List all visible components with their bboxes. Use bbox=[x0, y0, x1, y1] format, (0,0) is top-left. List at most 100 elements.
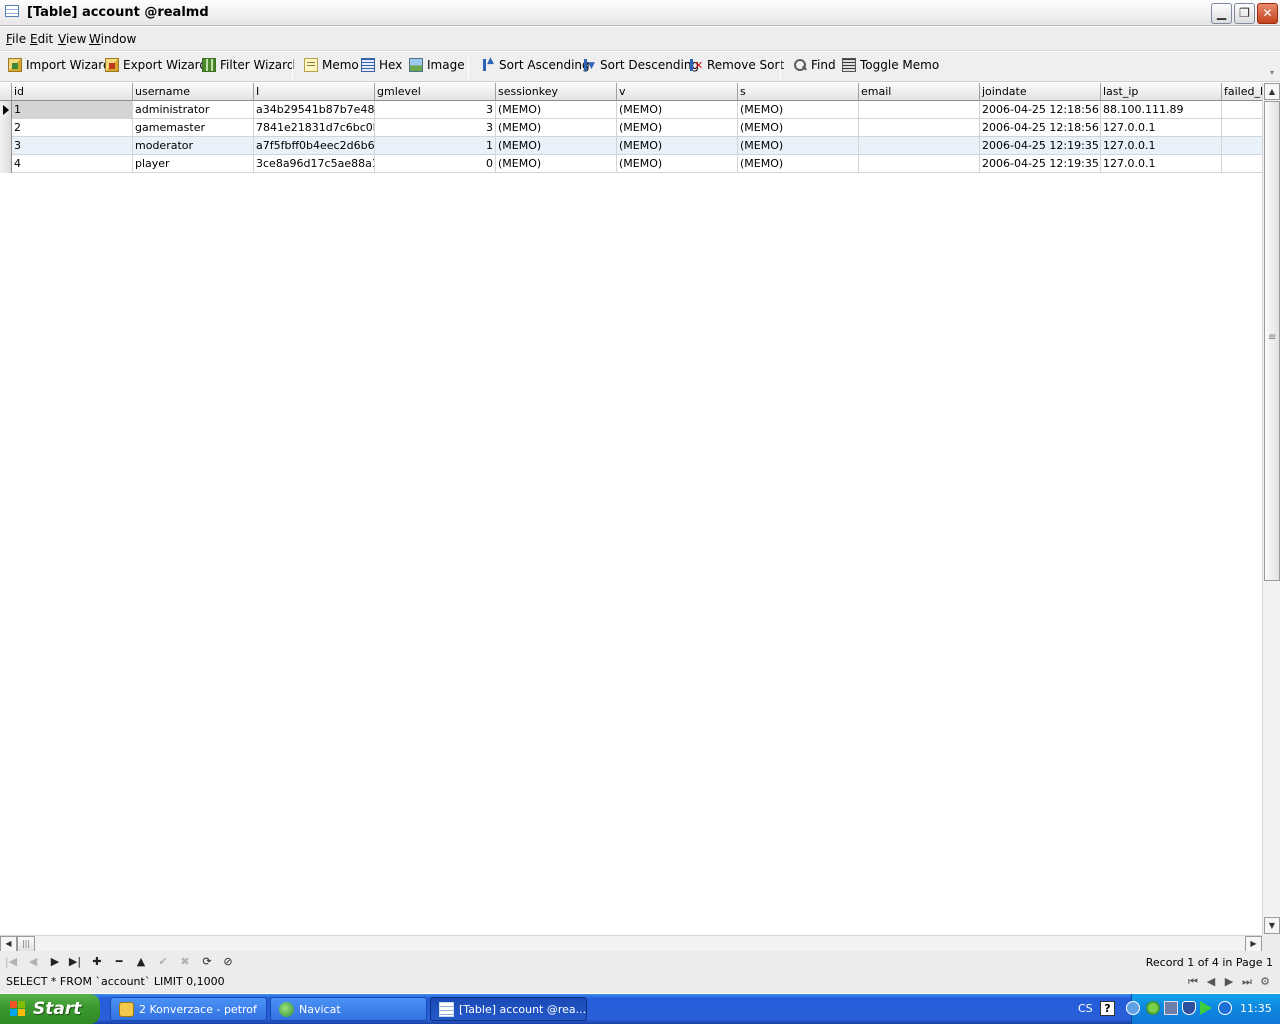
sort-descending-button[interactable]: Sort Descending bbox=[582, 58, 699, 78]
table-row[interactable]: 4player3ce8a96d17c5ae88a3060(MEMO)(MEMO)… bbox=[0, 155, 1262, 173]
minimize-button[interactable]: ▁ bbox=[1211, 3, 1232, 24]
cell-failed-lo[interactable] bbox=[1222, 137, 1262, 155]
horizontal-scrollbar[interactable]: ◀ ||| ▶ bbox=[0, 935, 1262, 952]
cell-v[interactable]: (MEMO) bbox=[617, 155, 738, 173]
data-grid[interactable]: id username Igmlevel sessionkey v s email joind… bbox=[0, 83, 1262, 935]
row-indicator[interactable] bbox=[0, 137, 12, 155]
toolbar-overflow-icon[interactable]: ▾ bbox=[1270, 68, 1274, 77]
column-header[interactable]: I bbox=[254, 83, 375, 101]
next-page-icon[interactable]: ▶ bbox=[1220, 975, 1238, 988]
find-button[interactable]: Find bbox=[793, 58, 836, 78]
edit-record-button[interactable]: ▲ bbox=[133, 955, 149, 969]
tray-network-icon[interactable] bbox=[1164, 1001, 1178, 1015]
cell-joindate[interactable]: 2006-04-25 12:18:56 bbox=[980, 119, 1101, 137]
vertical-scrollbar[interactable]: ▲ ▼ bbox=[1262, 83, 1280, 935]
restore-button[interactable]: ❐ bbox=[1234, 3, 1255, 24]
column-header[interactable]: gmlevel bbox=[375, 83, 496, 101]
cell-gmlevel[interactable]: 0 bbox=[375, 155, 496, 173]
cell-gmlevel[interactable]: 1 bbox=[375, 137, 496, 155]
cell-i[interactable]: a7f5fbff0b4eec2d6b6e7 bbox=[254, 137, 375, 155]
cell-id[interactable]: 4 bbox=[12, 155, 133, 173]
cell-failed-lo[interactable] bbox=[1222, 119, 1262, 137]
row-indicator[interactable] bbox=[0, 119, 12, 137]
column-header[interactable]: id bbox=[12, 83, 133, 101]
cell-sessionkey[interactable]: (MEMO) bbox=[496, 119, 617, 137]
tray-volume-icon[interactable] bbox=[1218, 1001, 1232, 1015]
filter-wizard-button[interactable]: Filter Wizard bbox=[202, 58, 294, 78]
cell-email[interactable] bbox=[859, 155, 980, 173]
scroll-right-icon[interactable]: ▶ bbox=[1245, 936, 1262, 952]
tray-play-icon[interactable] bbox=[1200, 1001, 1212, 1015]
post-edit-button[interactable]: ✔ bbox=[155, 955, 171, 969]
first-record-button[interactable]: |◀ bbox=[3, 955, 19, 969]
vertical-scroll-thumb[interactable] bbox=[1264, 101, 1280, 581]
column-header[interactable]: username bbox=[133, 83, 254, 101]
cell-i[interactable]: 3ce8a96d17c5ae88a306 bbox=[254, 155, 375, 173]
title-bar[interactable]: [Table] account @realmd ▁ ❐ ✕ bbox=[0, 0, 1280, 26]
cell-username[interactable]: gamemaster bbox=[133, 119, 254, 137]
close-button[interactable]: ✕ bbox=[1257, 3, 1278, 24]
column-header[interactable]: email bbox=[859, 83, 980, 101]
last-record-button[interactable]: ▶| bbox=[67, 955, 83, 969]
stop-button[interactable]: ⊘ bbox=[220, 955, 236, 969]
cancel-edit-button[interactable]: ✖ bbox=[177, 955, 193, 969]
cell-gmlevel[interactable]: 3 bbox=[375, 119, 496, 137]
menu-view[interactable]: View bbox=[58, 32, 86, 46]
menu-window[interactable]: Window bbox=[89, 32, 136, 46]
tray-collapse-icon[interactable] bbox=[1126, 1001, 1140, 1015]
cell-username[interactable]: administrator bbox=[133, 101, 254, 119]
cell-failed-lo[interactable] bbox=[1222, 101, 1262, 119]
cell-username[interactable]: player bbox=[133, 155, 254, 173]
sort-ascending-button[interactable]: Sort Ascending bbox=[481, 56, 590, 78]
cell-s[interactable]: (MEMO) bbox=[738, 119, 859, 137]
table-row[interactable]: 3moderatora7f5fbff0b4eec2d6b6e71 (MEMO)(M… bbox=[0, 137, 1262, 155]
cell-id[interactable]: 1 bbox=[12, 101, 133, 119]
menu-file[interactable]: File bbox=[6, 32, 26, 46]
tray-shield-icon[interactable] bbox=[1182, 1001, 1196, 1015]
memo-button[interactable]: Memo bbox=[304, 58, 359, 78]
cell-v[interactable]: (MEMO) bbox=[617, 137, 738, 155]
scroll-up-icon[interactable]: ▲ bbox=[1264, 83, 1280, 100]
cell-email[interactable] bbox=[859, 137, 980, 155]
table-row[interactable]: 1administratora34b29541b87b7e4823e3(MEMO… bbox=[0, 101, 1262, 119]
cell-joindate[interactable]: 2006-04-25 12:19:35 bbox=[980, 155, 1101, 173]
import-wizard-button[interactable]: Import Wizard bbox=[8, 58, 111, 78]
column-header[interactable]: failed_lo bbox=[1222, 83, 1262, 101]
cell-gmlevel[interactable]: 3 bbox=[375, 101, 496, 119]
tray-flower-icon[interactable] bbox=[1146, 1001, 1160, 1015]
cell-email[interactable] bbox=[859, 101, 980, 119]
hex-button[interactable]: Hex bbox=[361, 58, 402, 78]
row-indicator[interactable] bbox=[0, 155, 12, 173]
page-settings-icon[interactable]: ⚙ bbox=[1256, 975, 1274, 988]
cell-id[interactable]: 2 bbox=[12, 119, 133, 137]
prior-record-button[interactable]: ◀ bbox=[25, 955, 41, 969]
start-button[interactable]: Start bbox=[0, 994, 100, 1024]
table-row[interactable]: 2gamemaster7841e21831d7c6bc0b573(MEMO)(M… bbox=[0, 119, 1262, 137]
prior-page-icon[interactable]: ◀ bbox=[1202, 975, 1220, 988]
delete-record-button[interactable]: ━ bbox=[111, 955, 127, 969]
cell-failed-lo[interactable] bbox=[1222, 155, 1262, 173]
cell-sessionkey[interactable]: (MEMO) bbox=[496, 101, 617, 119]
cell-email[interactable] bbox=[859, 119, 980, 137]
column-header[interactable]: v bbox=[617, 83, 738, 101]
scroll-down-icon[interactable]: ▼ bbox=[1264, 917, 1280, 934]
cell-joindate[interactable]: 2006-04-25 12:18:56 bbox=[980, 101, 1101, 119]
menu-edit[interactable]: Edit bbox=[30, 32, 53, 46]
column-header[interactable]: last_ip bbox=[1101, 83, 1222, 101]
refresh-button[interactable]: ⟳ bbox=[199, 955, 215, 969]
column-header[interactable]: joindate bbox=[980, 83, 1101, 101]
cell-i[interactable]: a34b29541b87b7e4823e bbox=[254, 101, 375, 119]
column-header[interactable]: s bbox=[738, 83, 859, 101]
remove-sort-button[interactable]: Remove Sort bbox=[689, 58, 784, 78]
next-record-button[interactable]: ▶ bbox=[47, 955, 63, 969]
cell-s[interactable]: (MEMO) bbox=[738, 101, 859, 119]
cell-v[interactable]: (MEMO) bbox=[617, 101, 738, 119]
row-indicator[interactable] bbox=[0, 101, 12, 119]
task-konverzace[interactable]: 2 Konverzace - petrof bbox=[110, 997, 267, 1021]
insert-record-button[interactable]: ✚ bbox=[89, 955, 105, 969]
cell-id[interactable]: 3 bbox=[12, 137, 133, 155]
task-navicat[interactable]: Navicat bbox=[270, 997, 427, 1021]
cell-s[interactable]: (MEMO) bbox=[738, 137, 859, 155]
cell-username[interactable]: moderator bbox=[133, 137, 254, 155]
last-page-icon[interactable]: ⏭ bbox=[1238, 975, 1256, 989]
